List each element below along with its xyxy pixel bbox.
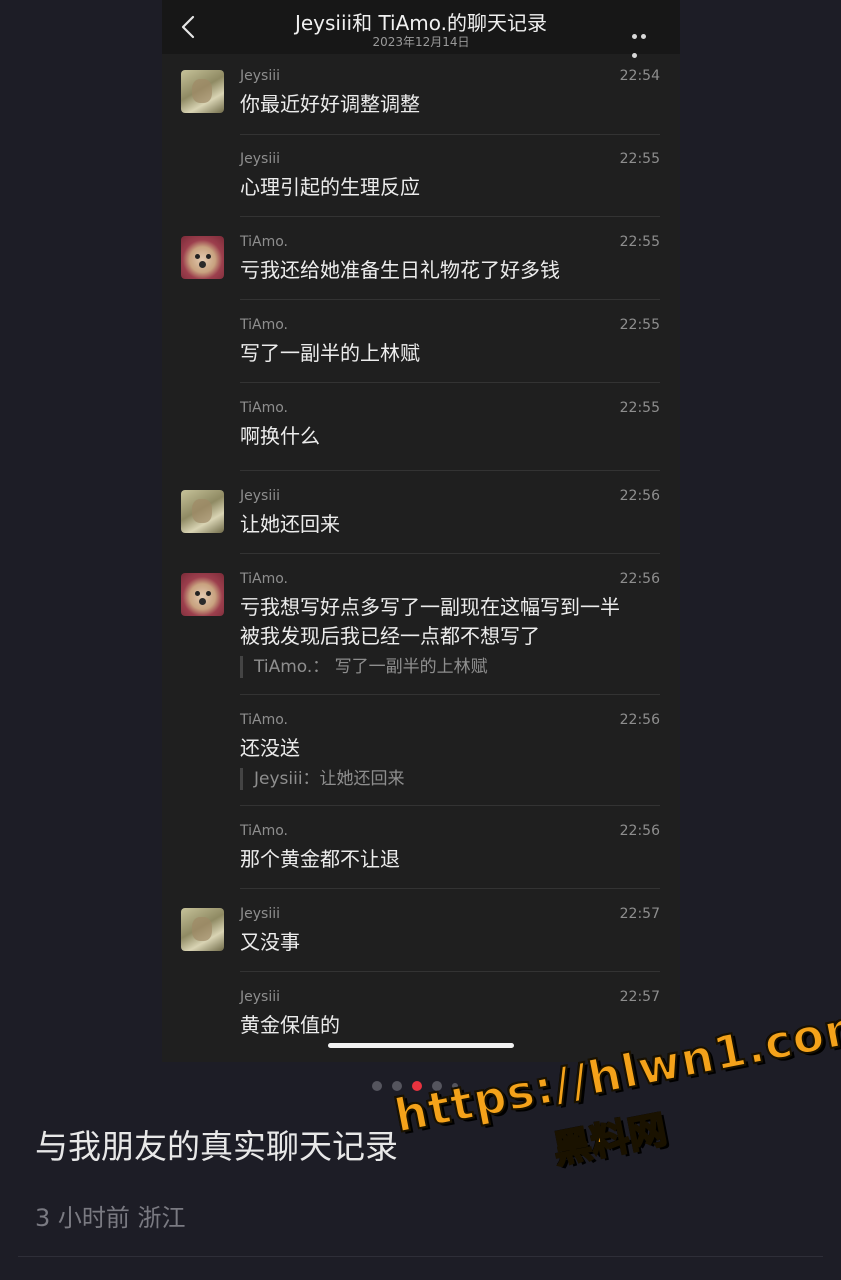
message-time: 22:56 [619,712,660,728]
message-time: 22:54 [619,68,660,84]
chevron-left-icon[interactable] [178,14,200,40]
divider [240,299,660,300]
message-sender: TiAmo. [240,317,288,333]
message-sender: TiAmo. [240,823,288,839]
message-sender: Jeysiii [240,989,280,1005]
divider [240,805,660,806]
message-text: 那个黄金都不让退 [240,847,400,871]
message-text: 还没送 [240,736,300,760]
post-title: 与我朋友的真实聊天记录 [35,1127,398,1166]
home-indicator [328,1043,514,1048]
message-text: 让她还回来 [240,512,340,536]
message-time: 22:56 [619,823,660,839]
message-text: 亏我还给她准备生日礼物花了好多钱 [240,258,560,282]
message-sender: Jeysiii [240,151,280,167]
message-time: 22:56 [619,571,660,587]
quoted-message[interactable]: Jeysiii：让她还回来 [240,768,405,790]
avatar[interactable] [181,70,224,113]
message-text: 黄金保值的 [240,1013,340,1037]
message-text: 写了一副半的上林赋 [240,341,420,365]
message-sender: Jeysiii [240,906,280,922]
message-time: 22:55 [619,234,660,250]
chat-history-date: 2023年12月14日 [372,35,470,49]
divider [240,694,660,695]
divider [240,134,660,135]
message-sender: TiAmo. [240,712,288,728]
message-sender: TiAmo. [240,571,288,587]
post-meta: 3 小时前 浙江 [35,1204,186,1232]
divider [240,971,660,972]
message-time: 22:55 [619,151,660,167]
divider [240,553,660,554]
message-text: 心理引起的生理反应 [240,175,420,199]
message-sender: TiAmo. [240,400,288,416]
quoted-message[interactable]: TiAmo.： 写了一副半的上林赋 [240,656,488,678]
chat-history-screenshot: Jeysiii和 TiAmo.的聊天记录 2023年12月14日 Jeysiii… [162,0,680,1062]
chat-history-header: Jeysiii和 TiAmo.的聊天记录 2023年12月14日 [162,0,680,58]
message-sender: Jeysiii [240,68,280,84]
message-time: 22:55 [619,400,660,416]
ellipsis-icon[interactable] [632,24,658,58]
divider [18,1256,823,1257]
message-sender: Jeysiii [240,488,280,504]
message-sender: TiAmo. [240,234,288,250]
divider [240,382,660,383]
avatar[interactable] [181,490,224,533]
avatar[interactable] [181,573,224,616]
divider [240,216,660,217]
divider [240,888,660,889]
message-text: 你最近好好调整调整 [240,92,420,116]
divider [240,470,660,471]
message-text-line: 亏我想写好点多写了一副现在这幅写到一半 [240,595,620,619]
message-time: 22:56 [619,488,660,504]
chat-history-title: Jeysiii和 TiAmo.的聊天记录 [294,11,548,35]
avatar[interactable] [181,908,224,951]
avatar[interactable] [181,236,224,279]
message-time: 22:57 [619,989,660,1005]
message-text-line: 被我发现后我已经一点都不想写了 [240,624,540,648]
message-time: 22:57 [619,906,660,922]
message-time: 22:55 [619,317,660,333]
message-text: 又没事 [240,930,300,954]
pager-dot[interactable] [372,1081,382,1091]
message-text: 啊换什么 [240,424,320,448]
